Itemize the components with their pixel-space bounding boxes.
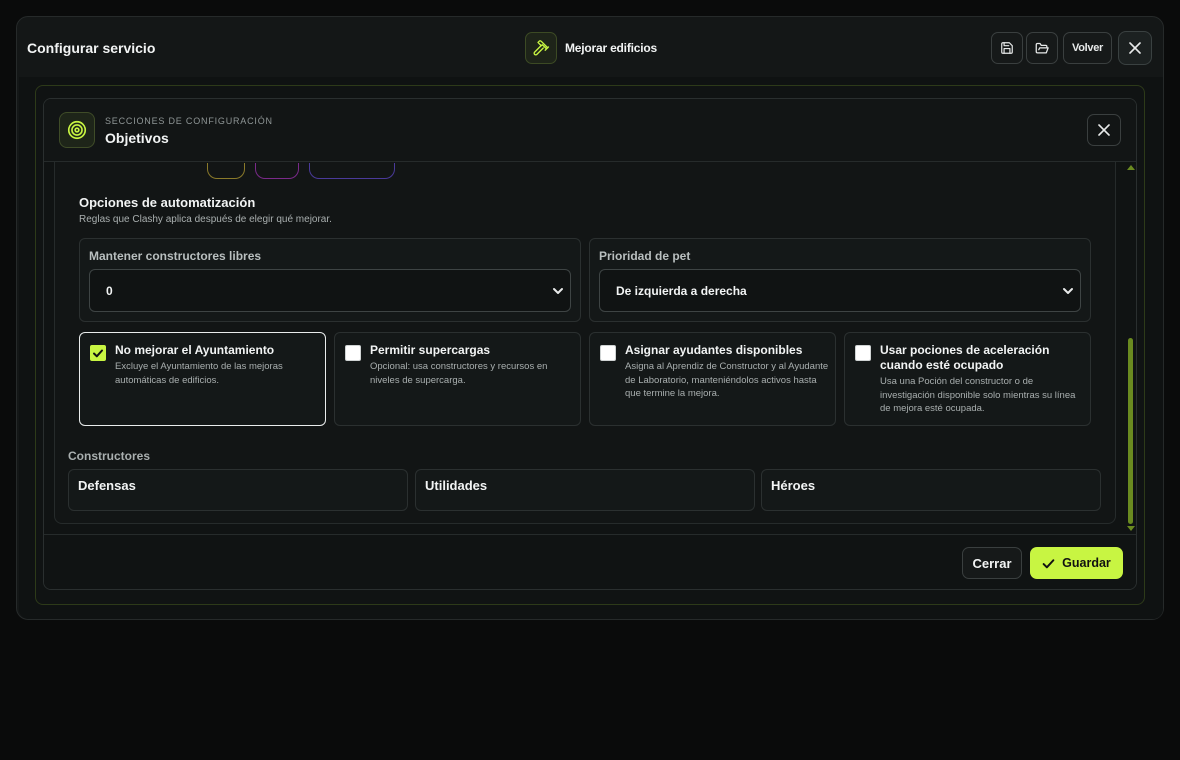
keep-builders-label: Mantener constructores libres <box>89 249 262 263</box>
builder-tab-utilities[interactable]: Utilidades <box>415 469 755 511</box>
back-button[interactable]: Volver <box>1063 32 1112 64</box>
builder-tab-defenses[interactable]: Defensas <box>68 469 408 511</box>
target-icon <box>59 112 95 148</box>
close-button[interactable]: Cerrar <box>962 547 1022 579</box>
option-title: Permitir supercargas <box>370 343 491 357</box>
save-label: Guardar <box>1062 556 1111 570</box>
floppy-icon <box>1001 42 1013 54</box>
pet-priority-label: Prioridad de pet <box>599 249 691 263</box>
option-assign-helpers[interactable]: Asignar ayudantes disponibles Asigna al … <box>589 332 836 426</box>
option-supercharges[interactable]: Permitir supercargas Opcional: usa const… <box>334 332 581 426</box>
window-header: Configurar servicio Mejorar edificios Vo… <box>17 17 1163 77</box>
filter-pill[interactable] <box>309 163 395 179</box>
option-speed-potions[interactable]: Usar pociones de aceleración cuando esté… <box>844 332 1091 426</box>
automation-subtitle: Reglas que Clashy aplica después de eleg… <box>79 214 332 225</box>
option-title: No mejorar el Ayuntamiento <box>115 343 275 357</box>
modal-footer: Cerrar Guardar <box>44 534 1136 589</box>
config-sections-modal: Secciones de configuración Objetivos Opc… <box>43 98 1137 590</box>
filter-pill[interactable] <box>255 163 299 179</box>
hammer-icon <box>525 32 557 64</box>
pet-priority-value: De izquierda a derecha <box>616 283 747 298</box>
checkbox[interactable] <box>600 345 616 361</box>
option-description: Excluye el Ayuntamiento de las mejoras a… <box>115 361 283 386</box>
check-icon <box>93 349 103 358</box>
modal-scrollbar[interactable] <box>1126 162 1136 534</box>
modal-kicker: Secciones de configuración <box>105 116 273 126</box>
window-close-button[interactable] <box>1118 31 1152 65</box>
scroll-down-icon[interactable] <box>1127 526 1135 532</box>
builders-label: Constructores <box>68 449 151 463</box>
close-icon <box>1129 42 1141 54</box>
builder-tab-label: Héroes <box>771 478 816 493</box>
close-icon <box>1098 124 1110 136</box>
option-no-town-hall[interactable]: No mejorar el Ayuntamiento Excluye el Ay… <box>79 332 326 426</box>
modal-scroll-area: Opciones de automatización Reglas que Cl… <box>44 162 1136 534</box>
checkbox[interactable] <box>855 345 871 361</box>
modal-header: Secciones de configuración Objetivos <box>44 99 1136 162</box>
chevron-down-icon <box>1063 288 1073 294</box>
service-name: Mejorar edificios <box>565 41 657 55</box>
keep-builders-select[interactable]: 0 <box>89 269 571 312</box>
filter-pill[interactable] <box>207 163 245 179</box>
modal-close-button[interactable] <box>1087 114 1121 146</box>
keep-builders-field: Mantener constructores libres 0 <box>79 238 581 322</box>
modal-title: Objetivos <box>105 130 169 146</box>
builder-tab-heroes[interactable]: Héroes <box>761 469 1101 511</box>
keep-builders-value: 0 <box>106 283 113 298</box>
builder-tab-label: Utilidades <box>425 478 488 493</box>
builder-tab-label: Defensas <box>78 478 136 493</box>
scroll-thumb[interactable] <box>1128 338 1133 524</box>
save-button[interactable]: Guardar <box>1030 547 1123 579</box>
option-description: Usa una Poción del constructor o de inve… <box>880 376 1076 414</box>
automation-title: Opciones de automatización <box>79 195 256 210</box>
folder-open-icon <box>1035 42 1049 53</box>
open-config-button[interactable] <box>1026 32 1058 64</box>
service-chip: Mejorar edificios <box>525 32 657 64</box>
option-title: Asignar ayudantes disponibles <box>625 343 803 357</box>
checkbox[interactable] <box>345 345 361 361</box>
pet-priority-select[interactable]: De izquierda a derecha <box>599 269 1081 312</box>
scroll-up-icon[interactable] <box>1127 164 1135 170</box>
check-icon <box>1042 558 1055 568</box>
save-config-button[interactable] <box>991 32 1023 64</box>
option-title: Usar pociones de aceleración cuando esté… <box>880 343 1050 372</box>
option-description: Asigna al Aprendiz de Constructor y al A… <box>625 361 829 399</box>
option-description: Opcional: usa constructores y recursos e… <box>370 361 548 386</box>
window-title: Configurar servicio <box>27 40 156 56</box>
pet-priority-field: Prioridad de pet De izquierda a derecha <box>589 238 1091 322</box>
objectives-card: Opciones de automatización Reglas que Cl… <box>54 162 1116 524</box>
chevron-down-icon <box>553 288 563 294</box>
checkbox-checked[interactable] <box>90 345 106 361</box>
